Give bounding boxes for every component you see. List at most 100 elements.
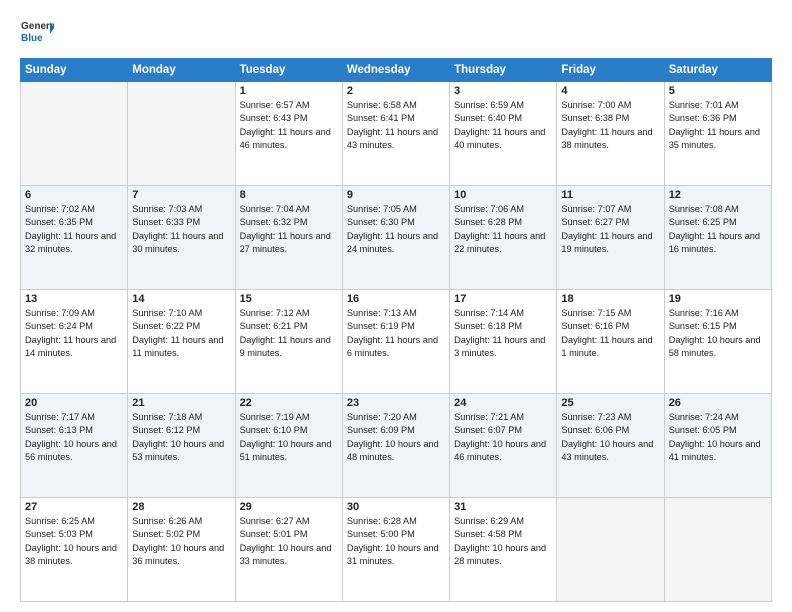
week-row-4: 20 Sunrise: 7:17 AMSunset: 6:13 PMDayligh…: [21, 394, 772, 498]
day-cell: 19Sunrise: 7:16 AMSunset: 6:15 PMDayligh…: [664, 290, 771, 394]
sunset: Sunset: 6:15 PM: [669, 321, 737, 331]
day-info: Sunrise: 7:16 AMSunset: 6:15 PMDaylight:…: [669, 307, 767, 360]
day-cell: 4Sunrise: 7:00 AMSunset: 6:38 PMDaylight…: [557, 82, 664, 186]
sunset: Sunset: 6:06 PM: [561, 425, 629, 435]
sunrise: Sunrise: 7:18 AM: [132, 412, 202, 422]
day-cell: 20 Sunrise: 7:17 AMSunset: 6:13 PMDayligh…: [21, 394, 128, 498]
day-number: 9: [347, 189, 445, 201]
sunrise: Sunrise: 7:02 AM: [25, 204, 95, 214]
daylight: Daylight: 10 hours and 38 minutes.: [25, 543, 117, 566]
day-cell: 1Sunrise: 6:57 AMSunset: 6:43 PMDaylight…: [235, 82, 342, 186]
sunrise: Sunrise: 7:10 AM: [132, 308, 202, 318]
day-number: 7: [132, 189, 230, 201]
sunrise: Sunrise: 7:14 AM: [454, 308, 524, 318]
daylight: Daylight: 10 hours and 48 minutes.: [347, 439, 439, 462]
day-info: Sunrise: 7:24 AMSunset: 6:05 PMDaylight:…: [669, 411, 767, 464]
daylight: Daylight: 10 hours and 56 minutes.: [25, 439, 117, 462]
day-number: 6: [25, 189, 123, 201]
day-number: 23: [347, 397, 445, 409]
day-info: Sunrise: 7:13 AMSunset: 6:19 PMDaylight:…: [347, 307, 445, 360]
day-cell: 31Sunrise: 6:29 AMSunset: 4:58 PMDayligh…: [450, 498, 557, 602]
day-cell: 9Sunrise: 7:05 AMSunset: 6:30 PMDaylight…: [342, 186, 449, 290]
day-info: Sunrise: 6:28 AM Sunset: 5:00 PM Daylight:…: [347, 515, 445, 568]
daylight: Daylight: 11 hours and 43 minutes.: [347, 127, 438, 150]
day-number: 8: [240, 189, 338, 201]
day-number: 28: [132, 501, 230, 513]
sunrise: Sunrise: 7:09 AM: [25, 308, 95, 318]
day-cell: [557, 498, 664, 602]
logo-svg: General Blue: [20, 16, 54, 50]
day-number: 17: [454, 293, 552, 305]
day-number: 18: [561, 293, 659, 305]
sunset: Sunset: 6:41 PM: [347, 113, 415, 123]
day-number: 4: [561, 85, 659, 97]
day-number: 12: [669, 189, 767, 201]
sunset: Sunset: 6:33 PM: [132, 217, 200, 227]
day-info: Sunrise: 7:03 AMSunset: 6:33 PMDaylight:…: [132, 203, 230, 256]
week-row-3: 13Sunrise: 7:09 AMSunset: 6:24 PMDayligh…: [21, 290, 772, 394]
sunset: Sunset: 6:05 PM: [669, 425, 737, 435]
day-info: Sunrise: 7:04 AMSunset: 6:32 PMDaylight:…: [240, 203, 338, 256]
week-row-1: 1Sunrise: 6:57 AMSunset: 6:43 PMDaylight…: [21, 82, 772, 186]
sunset: Sunset: 6:27 PM: [561, 217, 629, 227]
sunset: Sunset: 5:00 PM: [347, 529, 415, 539]
day-info: Sunrise: 7:02 AMSunset: 6:35 PMDaylight:…: [25, 203, 123, 256]
day-cell: 13Sunrise: 7:09 AMSunset: 6:24 PMDayligh…: [21, 290, 128, 394]
sunset: Sunset: 4:58 PM: [454, 529, 522, 539]
day-number: 20: [25, 397, 123, 409]
sunrise: Sunrise: 6:57 AM: [240, 100, 310, 110]
sunrise: Sunrise: 7:00 AM: [561, 100, 631, 110]
sunrise: Sunrise: 7:03 AM: [132, 204, 202, 214]
col-header-thursday: Thursday: [450, 59, 557, 82]
day-cell: 8 Sunrise: 7:04 AMSunset: 6:32 PMDaylight…: [235, 186, 342, 290]
day-cell: 28 Sunrise: 6:26 AMSunset: 5:02 PMDayligh…: [128, 498, 235, 602]
day-info: Sunrise: 7:17 AMSunset: 6:13 PMDaylight:…: [25, 411, 123, 464]
day-cell: 18 Sunrise: 7:15 AM Sunset: 6:16 PM Dayligh…: [557, 290, 664, 394]
day-cell: 26 Sunrise: 7:24 AMSunset: 6:05 PMDayligh…: [664, 394, 771, 498]
day-number: 27: [25, 501, 123, 513]
sunrise: Sunrise: 7:23 AM: [561, 412, 631, 422]
day-cell: 5Sunrise: 7:01 AMSunset: 6:36 PMDaylight…: [664, 82, 771, 186]
sunset: Sunset: 6:30 PM: [347, 217, 415, 227]
daylight: Daylight: 11 hours and 1 minute.: [561, 335, 652, 358]
daylight: Daylight: 10 hours and 46 minutes.: [454, 439, 546, 462]
day-number: 31: [454, 501, 552, 513]
day-number: 22: [240, 397, 338, 409]
sunrise: Sunrise: 6:59 AM: [454, 100, 524, 110]
sunset: Sunset: 6:40 PM: [454, 113, 522, 123]
daylight: Daylight: 11 hours and 19 minutes.: [561, 231, 652, 254]
day-info: Sunrise: 6:27 AMSunset: 5:01 PMDaylight:…: [240, 515, 338, 568]
sunrise: Sunrise: 7:16 AM: [669, 308, 739, 318]
sunset: Sunset: 6:21 PM: [240, 321, 308, 331]
sunset: Sunset: 6:09 PM: [347, 425, 415, 435]
sunrise: Sunrise: 7:15 AM: [561, 308, 631, 318]
day-cell: 30Sunrise: 6:28 AMSunset: 5:00 PMDayligh…: [342, 498, 449, 602]
day-info: Sunrise: 7:15 AM Sunset: 6:16 PM Daylight:…: [561, 307, 659, 360]
col-header-wednesday: Wednesday: [342, 59, 449, 82]
sunset: Sunset: 6:43 PM: [240, 113, 308, 123]
day-number: 16: [347, 293, 445, 305]
day-cell: 23Sunrise: 7:20 AMSunset: 6:09 PMDayligh…: [342, 394, 449, 498]
daylight: Daylight: 10 hours and 33 minutes.: [240, 543, 332, 566]
daylight: Daylight: 11 hours and 9 minutes.: [240, 335, 331, 358]
daylight: Daylight: 10 hours and 31 minutes.: [347, 543, 439, 566]
day-info: Sunrise: 6:26 AMSunset: 5:02 PMDaylight:…: [132, 515, 230, 568]
daylight: Daylight: 10 hours and 41 minutes.: [669, 439, 761, 462]
daylight: Daylight: 10 hours and 53 minutes.: [132, 439, 224, 462]
day-number: 26: [669, 397, 767, 409]
sunset: Sunset: 6:19 PM: [347, 321, 415, 331]
day-number: 11: [561, 189, 659, 201]
day-cell: 3Sunrise: 6:59 AMSunset: 6:40 PMDaylight…: [450, 82, 557, 186]
day-info: Sunrise: 7:07 AMSunset: 6:27 PMDaylight:…: [561, 203, 659, 256]
sunset: Sunset: 6:35 PM: [25, 217, 93, 227]
sunrise: Sunrise: 7:05 AM: [347, 204, 417, 214]
day-info: Sunrise: 7:08 AMSunset: 6:25 PMDaylight:…: [669, 203, 767, 256]
daylight: Daylight: 10 hours and 51 minutes.: [240, 439, 332, 462]
sunrise: Sunrise: 7:21 AM: [454, 412, 524, 422]
week-row-2: 6 Sunrise: 7:02 AM Sunset: 6:35 PM Daylight…: [21, 186, 772, 290]
day-cell: 14Sunrise: 7:10 AMSunset: 6:22 PMDayligh…: [128, 290, 235, 394]
sunset: Sunset: 6:16 PM: [561, 321, 629, 331]
calendar-table: SundayMondayTuesdayWednesdayThursdayFrid…: [20, 58, 772, 602]
sunrise: Sunrise: 6:28 AM: [347, 516, 417, 526]
logo: General Blue: [20, 16, 54, 50]
